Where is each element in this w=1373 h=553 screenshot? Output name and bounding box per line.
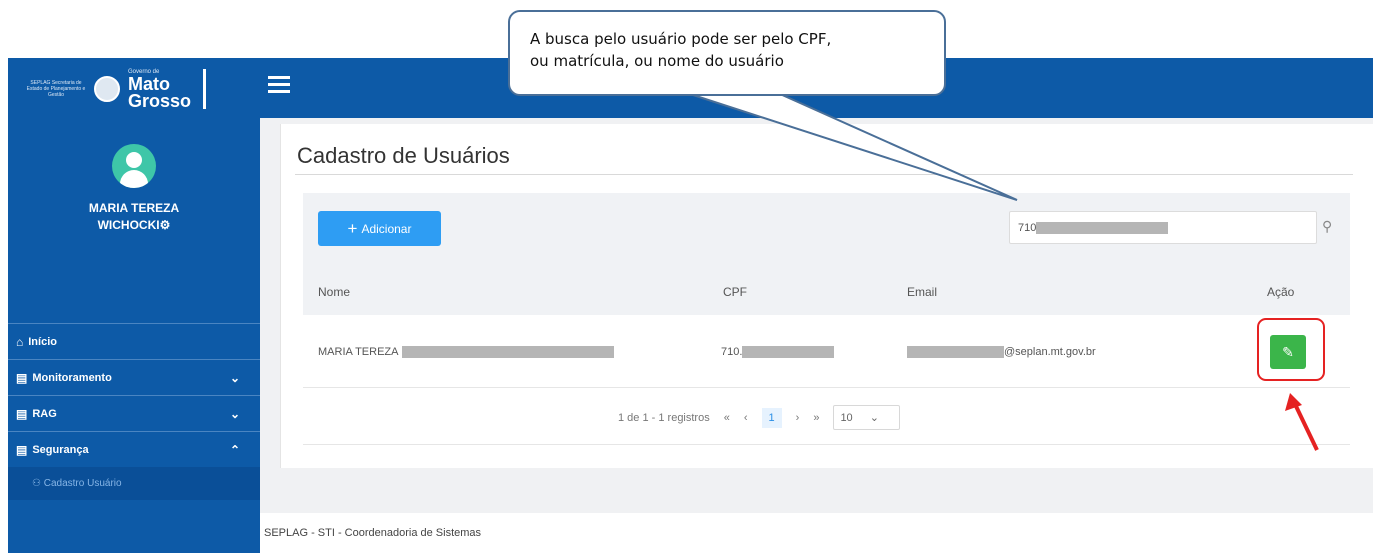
column-header-acao: Ação	[1267, 285, 1295, 299]
avatar	[112, 144, 156, 188]
prev-page-button[interactable]: ‹	[744, 412, 748, 424]
page-button-current[interactable]: 1	[761, 407, 782, 428]
building-icon: ▤	[16, 442, 28, 457]
users-icon: ⚇	[32, 478, 44, 489]
pagination-divider	[303, 444, 1350, 445]
sidebar-subitem-cadastro-usuario[interactable]: ⚇ Cadastro Usuário	[8, 467, 260, 500]
title-divider	[295, 174, 1353, 175]
cell-cpf: 710.	[721, 346, 835, 358]
pagination: 1 de 1 - 1 registros « ‹ 1 › » 10 ⌄	[618, 405, 914, 430]
first-page-button[interactable]: «	[724, 412, 730, 424]
redacted-text	[907, 346, 1004, 358]
footer: SEPLAG - STI - Coordenadoria de Sistemas	[264, 527, 482, 539]
building-icon: ▤	[16, 370, 28, 385]
sidebar-menu: ⌂ Início ▤ Monitoramento ⌄ ▤ RAG ⌄ ▤ Seg…	[8, 323, 260, 500]
logo-divider	[203, 69, 207, 109]
next-page-button[interactable]: ›	[796, 412, 800, 424]
cell-name: MARIA TEREZA	[318, 346, 614, 358]
logo-mato: Mato	[128, 73, 170, 94]
logo-grosso: Grosso	[128, 90, 192, 111]
pencil-icon: ✎	[1282, 343, 1294, 360]
callout-note: A busca pelo usuário pode ser pelo CPF, …	[508, 10, 946, 96]
redacted-text	[742, 346, 835, 358]
search-icon[interactable]: ⚲	[1322, 218, 1332, 235]
search-input[interactable]: 710	[1009, 211, 1317, 244]
building-icon: ▤	[16, 406, 28, 421]
pagination-info: 1 de 1 - 1 registros	[618, 411, 710, 424]
logo: SEPLAG Secretaria de Estado de Planejame…	[8, 58, 260, 120]
edit-button[interactable]: ✎	[1270, 335, 1306, 369]
sidebar-item-seguranca[interactable]: ▤ Segurança ⌃	[8, 431, 260, 467]
chevron-down-icon: ⌄	[869, 412, 879, 424]
cell-email: @seplan.mt.gov.br	[907, 346, 1096, 358]
column-header-cpf[interactable]: CPF	[723, 285, 747, 299]
chevron-up-icon: ⌃	[229, 442, 240, 457]
chevron-down-icon: ⌄	[229, 370, 240, 385]
column-header-email[interactable]: Email	[907, 285, 937, 299]
sidebar-item-inicio[interactable]: ⌂ Início	[8, 323, 260, 359]
home-icon: ⌂	[16, 334, 24, 349]
sidebar: SEPLAG Secretaria de Estado de Planejame…	[8, 58, 260, 553]
page-size-select[interactable]: 10 ⌄	[833, 405, 900, 430]
redacted-text	[1036, 221, 1169, 234]
user-name: MARIA TEREZA WICHOCKI⚙	[88, 201, 180, 232]
gear-icon[interactable]: ⚙	[160, 218, 171, 232]
page-title: Cadastro de Usuários	[297, 143, 510, 168]
add-button[interactable]: + Adicionar	[318, 211, 441, 246]
coat-of-arms-icon	[94, 76, 120, 102]
logo-small-text: SEPLAG Secretaria de Estado de Planejame…	[26, 80, 86, 98]
column-header-nome[interactable]: Nome	[318, 285, 350, 299]
plus-icon: +	[347, 218, 358, 238]
hamburger-menu-icon[interactable]	[268, 76, 290, 94]
sidebar-item-rag[interactable]: ▤ RAG ⌄	[8, 395, 260, 431]
last-page-button[interactable]: »	[813, 412, 819, 424]
sidebar-item-monitoramento[interactable]: ▤ Monitoramento ⌄	[8, 359, 260, 395]
redacted-text	[401, 346, 614, 358]
chevron-down-icon: ⌄	[229, 406, 240, 421]
